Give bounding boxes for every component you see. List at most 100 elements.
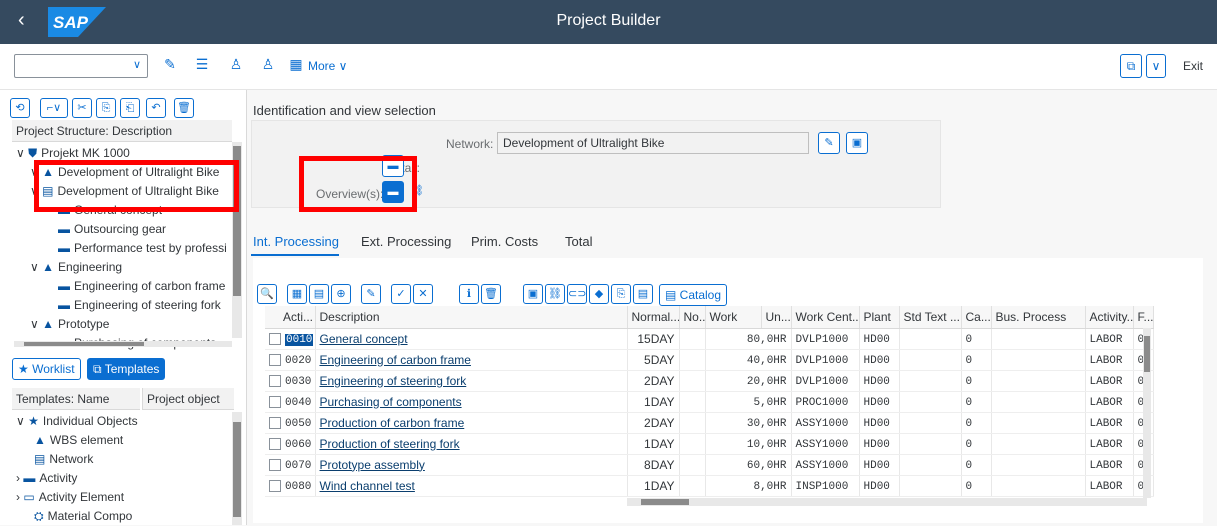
grid-icon[interactable]: ▦ (286, 56, 306, 73)
expand-chevron-icon[interactable]: ∨ (16, 146, 28, 160)
table-cell[interactable] (991, 412, 1086, 434)
table-horizontal-scrollbar[interactable] (627, 498, 1147, 506)
expand-chevron-icon[interactable]: ∨ (30, 317, 42, 331)
table-cell[interactable]: 0030 (265, 370, 316, 392)
undo-icon[interactable]: ↶ (146, 98, 166, 118)
table-cell[interactable]: HD00 (859, 349, 900, 371)
table-cell[interactable] (991, 370, 1086, 392)
table-cell[interactable]: Production of carbon frame (315, 412, 628, 434)
template-item[interactable]: › ▬ Activity (16, 469, 77, 488)
table-cell[interactable]: 1DAY (627, 475, 680, 497)
tree-item[interactable]: ▬ Engineering of steering fork (58, 296, 221, 315)
activity-number[interactable]: 0080 (285, 481, 311, 493)
more-menu[interactable]: More ∨ (308, 59, 347, 73)
table-cell[interactable]: 0070 (265, 454, 316, 476)
column-header[interactable]: F... (1133, 306, 1154, 329)
activity-description-link[interactable]: Prototype assembly (320, 458, 425, 472)
table-cell[interactable]: DVLP1000 (791, 349, 860, 371)
table-cell[interactable] (991, 433, 1086, 455)
table-cell[interactable] (679, 475, 706, 497)
table-row[interactable]: 0010 General concept 15DAY 80,0HR DVLP1000 HD… (265, 328, 1154, 350)
table-row[interactable]: 0030 Engineering of steering fork 2DAY 20,0… (265, 370, 1154, 392)
link-icon[interactable]: ⊂⊃ (567, 284, 587, 304)
activity-description-link[interactable]: Wind channel test (320, 479, 415, 493)
table-cell[interactable] (679, 328, 706, 350)
table-cell[interactable]: HD00 (859, 454, 900, 476)
command-combo[interactable]: ∨ (14, 54, 148, 78)
table-row[interactable]: 0020 Engineering of carbon frame 5DAY 40,0H… (265, 349, 1154, 371)
table-cell[interactable]: Prototype assembly (315, 454, 628, 476)
column-header[interactable]: Work Cent... (791, 306, 860, 329)
table-row[interactable]: 0050 Production of carbon frame 2DAY 30,0HR… (265, 412, 1154, 434)
templates-scroll-thumb[interactable] (233, 422, 241, 517)
table-cell[interactable]: 1DAY (627, 391, 680, 413)
table-cell[interactable]: General concept (315, 328, 628, 350)
table-cell[interactable]: 8,0HR (705, 475, 792, 497)
table-cell[interactable]: Production of steering fork (315, 433, 628, 455)
column-header[interactable]: Bus. Process (991, 306, 1086, 329)
activity-description-link[interactable]: Engineering of steering fork (320, 374, 467, 388)
table-cell[interactable]: Wind channel test (315, 475, 628, 497)
tree-hscroll-thumb[interactable] (24, 342, 144, 346)
tree-item[interactable]: ▬ Engineering of carbon frame (58, 277, 225, 296)
insert-icon[interactable]: ⊕ (331, 284, 351, 304)
exit-button[interactable]: Exit (1183, 59, 1203, 73)
row-checkbox[interactable] (269, 395, 281, 408)
worklist-button[interactable]: ★ Worklist (12, 358, 81, 380)
delete-icon[interactable]: 🗑 (174, 98, 194, 118)
row-checkbox[interactable] (269, 458, 281, 471)
table-cell[interactable]: Engineering of steering fork (315, 370, 628, 392)
hierarchy-view-icon[interactable]: ⛓ (545, 284, 565, 304)
column-header[interactable]: Work (705, 306, 762, 329)
table-cell[interactable]: ASSY1000 (791, 454, 860, 476)
table-cell[interactable]: 2DAY (627, 370, 680, 392)
create-dropdown-icon[interactable]: ⌐∨ (40, 98, 68, 118)
table-vertical-scrollbar[interactable] (1143, 328, 1151, 498)
table-cell[interactable] (679, 412, 706, 434)
copy-icon[interactable]: ⎘ (96, 98, 116, 118)
paste-icon[interactable]: ⎗ (120, 98, 140, 118)
table-cell[interactable] (679, 454, 706, 476)
template-item[interactable]: › ▭ Activity Element (16, 488, 124, 507)
table-cell[interactable]: PROC1000 (791, 391, 860, 413)
table-cell[interactable]: LABOR (1085, 349, 1134, 371)
activity-number[interactable]: 0030 (285, 376, 311, 388)
screen-settings-button[interactable]: ⧉ (1120, 54, 1142, 78)
table-cell[interactable]: HD00 (859, 475, 900, 497)
clear-icon[interactable]: ✕ (413, 284, 433, 304)
table-cell[interactable]: 0 (961, 349, 992, 371)
expand-chevron-icon[interactable]: ∨ (16, 414, 28, 428)
table-cell[interactable]: HD00 (859, 391, 900, 413)
table-cell[interactable]: 0 (961, 328, 992, 350)
table-cell[interactable] (899, 454, 962, 476)
info-icon[interactable]: ℹ (459, 284, 479, 304)
tree-item[interactable]: ▬ Performance test by professi (58, 239, 227, 258)
column-header[interactable]: No... (679, 306, 706, 329)
layout-icon[interactable]: ⟲ (10, 98, 30, 118)
table-cell[interactable] (899, 328, 962, 350)
table-row[interactable]: 0070 Prototype assembly 8DAY 60,0HR ASSY1000… (265, 454, 1154, 476)
table-cell[interactable]: 0 (961, 475, 992, 497)
template-item[interactable]: ▤ Network (34, 450, 93, 469)
activity-number[interactable]: 0070 (285, 460, 311, 472)
tab-ext-processing[interactable]: Ext. Processing (361, 234, 451, 249)
table-cell[interactable]: 0 (961, 454, 992, 476)
table-cell[interactable]: 0040 (265, 391, 316, 413)
table-cell[interactable]: Purchasing of components (315, 391, 628, 413)
edit-row-icon[interactable]: ✎ (361, 284, 381, 304)
table-cell[interactable]: 15DAY (627, 328, 680, 350)
template-item[interactable]: ∨ ★ Individual Objects (16, 412, 138, 431)
table-cell[interactable]: LABOR (1085, 412, 1134, 434)
tree-horizontal-scrollbar[interactable] (14, 341, 232, 347)
table-cell[interactable]: 8DAY (627, 454, 680, 476)
table-hscroll-thumb[interactable] (641, 499, 689, 505)
table-cell[interactable] (991, 349, 1086, 371)
table-cell[interactable] (991, 328, 1086, 350)
table-cell[interactable] (899, 412, 962, 434)
table-cell[interactable] (899, 370, 962, 392)
activity-number[interactable]: 0040 (285, 397, 311, 409)
table-cell[interactable]: 5DAY (627, 349, 680, 371)
table-cell[interactable]: ASSY1000 (791, 412, 860, 434)
table-cell[interactable]: 80,0HR (705, 328, 792, 350)
template-item[interactable]: ⛭ Material Compo (34, 507, 132, 526)
